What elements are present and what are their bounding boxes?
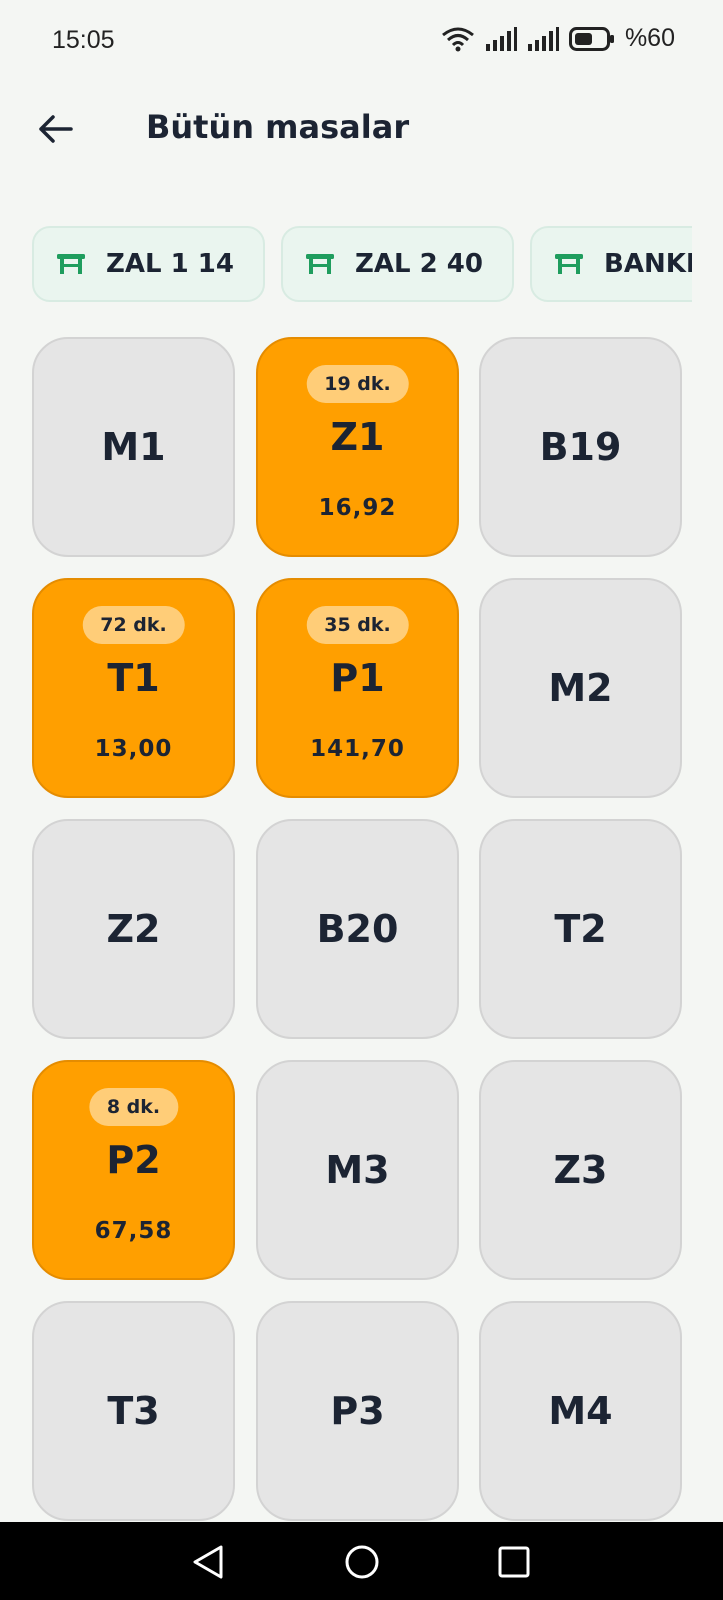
- table-tile[interactable]: B19: [479, 337, 682, 557]
- system-navigation-bar: [0, 1522, 723, 1600]
- hall-chip-label: ZAL 1 14: [106, 249, 234, 279]
- status-time: 15:05: [52, 26, 115, 54]
- circle-home-icon: [345, 1545, 379, 1579]
- table-name: P3: [330, 1389, 385, 1433]
- table-amount: 141,70: [310, 736, 405, 762]
- status-bar: 15:05 %60: [0, 0, 723, 84]
- table-tile[interactable]: 19 dk. Z1 16,92: [256, 337, 459, 557]
- table-name: T3: [107, 1389, 160, 1433]
- table-tile[interactable]: 72 dk. T1 13,00: [32, 578, 235, 798]
- nav-recents-button[interactable]: [492, 1540, 536, 1584]
- table-tile[interactable]: 8 dk. P2 67,58: [32, 1060, 235, 1280]
- signal-icon-1: [485, 26, 517, 52]
- table-name: M4: [548, 1389, 613, 1433]
- battery-level: %60: [624, 24, 675, 52]
- table-name: Z2: [106, 907, 161, 951]
- back-arrow-icon: [39, 115, 73, 143]
- table-tile[interactable]: M1: [32, 337, 235, 557]
- app-bar: Bütün masalar: [0, 84, 723, 174]
- table-tile[interactable]: M3: [256, 1060, 459, 1280]
- hall-filter-chips: ZAL 1 14 ZAL 2 40 BANKET: [32, 226, 692, 304]
- table-tile[interactable]: Z3: [479, 1060, 682, 1280]
- table-name: M2: [548, 666, 613, 710]
- table-name: M3: [325, 1148, 390, 1192]
- status-icons: %60: [441, 24, 675, 53]
- table-amount: 16,92: [318, 495, 397, 521]
- signal-icon-2: [527, 26, 559, 52]
- table-tile[interactable]: B20: [256, 819, 459, 1039]
- battery-icon: [568, 26, 615, 52]
- hall-chip[interactable]: ZAL 2 40: [281, 226, 514, 302]
- table-icon: [306, 254, 334, 274]
- table-name: T2: [554, 907, 607, 951]
- table-icon: [57, 254, 85, 274]
- tables-grid: M1 19 dk. Z1 16,92 B19 72 dk. T1 13,00 35 dk. P1 1…: [32, 337, 692, 1523]
- table-name: B20: [316, 907, 399, 951]
- nav-back-button[interactable]: [186, 1540, 230, 1584]
- table-name: Z3: [553, 1148, 608, 1192]
- hall-chip[interactable]: ZAL 1 14: [32, 226, 265, 302]
- wifi-icon: [441, 26, 475, 52]
- hall-chip-label: ZAL 2 40: [355, 249, 483, 279]
- table-amount: 67,58: [94, 1218, 173, 1244]
- table-name: M1: [101, 425, 166, 469]
- table-tile[interactable]: M4: [479, 1301, 682, 1521]
- square-recents-icon: [498, 1546, 530, 1578]
- table-tile[interactable]: Z2: [32, 819, 235, 1039]
- nav-home-button[interactable]: [340, 1540, 384, 1584]
- triangle-back-icon: [193, 1545, 223, 1579]
- table-tile[interactable]: T2: [479, 819, 682, 1039]
- table-amount: 13,00: [94, 736, 173, 762]
- table-tile[interactable]: 35 dk. P1 141,70: [256, 578, 459, 798]
- hall-chip-label: BANKET: [604, 249, 692, 279]
- table-tile[interactable]: M2: [479, 578, 682, 798]
- hall-chip[interactable]: BANKET: [530, 226, 692, 302]
- back-button[interactable]: [30, 104, 80, 154]
- table-tile[interactable]: T3: [32, 1301, 235, 1521]
- table-tile[interactable]: P3: [256, 1301, 459, 1521]
- table-icon: [555, 254, 583, 274]
- table-name: B19: [539, 425, 622, 469]
- page-title: Bütün masalar: [146, 108, 410, 146]
